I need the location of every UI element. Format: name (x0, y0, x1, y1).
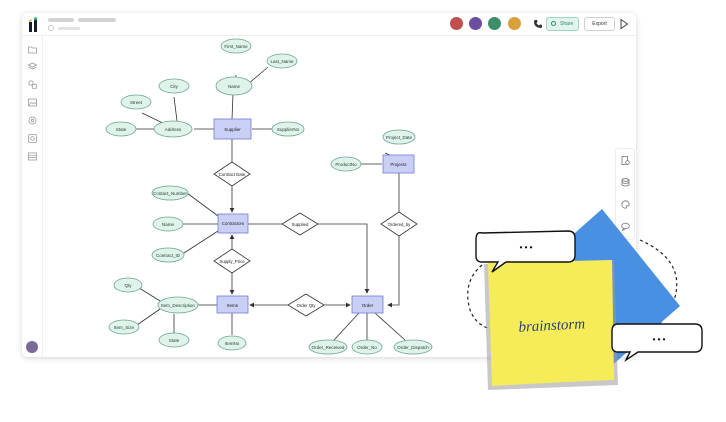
relationship-ordered-by[interactable]: Ordered_by (380, 211, 418, 237)
entity-projects[interactable]: Projects (382, 154, 415, 174)
attribute-label: Contact_Number (153, 191, 188, 196)
attribute-label: Name (228, 84, 241, 89)
attribute-last-name[interactable]: Last_Name (266, 53, 298, 69)
attribute-order-received[interactable]: Order_Received (308, 339, 348, 355)
attribute-label: Qty (124, 283, 132, 288)
attribute-street[interactable]: Street (120, 94, 152, 110)
attribute-project-date[interactable]: Project_Date (382, 129, 416, 145)
yellow-sticky-note[interactable]: brainstorm (488, 260, 614, 386)
attribute-city[interactable]: City (158, 78, 190, 94)
attribute-label: Project_Date (386, 135, 413, 140)
relationship-label: Ordered_by (388, 222, 412, 227)
entity-label: Projects (390, 162, 407, 167)
attribute-label: City (170, 84, 178, 89)
entity-contractors[interactable]: Contractors (217, 213, 249, 234)
entity-label: Contractors (222, 221, 244, 226)
relationship-label: Contract Date (219, 172, 246, 177)
attribute-label: State (116, 127, 127, 132)
relationship-label: Supplied (292, 222, 309, 227)
attribute-contact-number[interactable]: Contact_Number (151, 185, 189, 201)
attribute-label: Order_No (357, 345, 377, 350)
entity-order[interactable]: Order (351, 295, 384, 314)
entity-label: Order (362, 303, 374, 308)
attribute-label: Contract_ID (156, 253, 181, 258)
attribute-contractor-name[interactable]: Name (152, 216, 184, 232)
attribute-item-size[interactable]: Item_Size (108, 319, 140, 335)
attribute-supplier-name[interactable]: Name (215, 76, 253, 96)
attribute-qty[interactable]: Qty (113, 277, 143, 293)
attribute-label: SupplierNo (277, 127, 300, 132)
attribute-label: ProductNo (335, 162, 357, 167)
relationship-label: Order Qty (297, 303, 317, 308)
entity-label: Items (227, 303, 239, 308)
relationship-label: Supply_Price (219, 259, 245, 264)
attribute-label: Address (165, 127, 182, 132)
attribute-contract-id[interactable]: Contract_ID (151, 247, 185, 263)
entity-supplier[interactable]: Supplier (213, 118, 252, 140)
attribute-label: Street (130, 100, 143, 105)
attribute-label: Item_Size (114, 325, 135, 330)
relationship-contract-date[interactable]: Contract Date (213, 161, 251, 187)
attribute-label: Name (162, 222, 175, 227)
attribute-label: Last_Name (270, 59, 294, 64)
attribute-order-no[interactable]: Order_No (351, 339, 383, 355)
entity-nodes: Supplier Projects Contractors Items Orde… (213, 118, 415, 314)
bubble-ellipsis: • • • (653, 335, 666, 344)
attribute-supplier-no[interactable]: SupplierNo (271, 121, 305, 137)
relationship-supplied[interactable]: Supplied (281, 212, 319, 236)
bubble-ellipsis: • • • (520, 243, 533, 252)
attribute-label: Order_Dispatch (397, 345, 429, 350)
attribute-supplier-state[interactable]: State (105, 121, 137, 137)
attribute-label: ItemNo (225, 341, 240, 346)
attribute-item-description[interactable]: Item_Description (157, 296, 199, 314)
relationship-supply-price[interactable]: Supply_Price (213, 248, 251, 274)
attribute-item-no[interactable]: ItemNo (217, 335, 247, 351)
entity-items[interactable]: Items (216, 295, 249, 314)
entity-label: Supplier (224, 127, 241, 132)
attribute-first-name[interactable]: First_Name (220, 38, 252, 54)
attribute-label: Order_Received (312, 345, 345, 350)
relationship-order-qty[interactable]: Order Qty (287, 293, 325, 317)
attribute-label: First_Name (224, 44, 248, 49)
attribute-product-no[interactable]: ProductNo (330, 156, 362, 172)
attribute-label: State (169, 338, 180, 343)
attribute-item-state[interactable]: State (158, 332, 190, 348)
attribute-order-dispatch[interactable]: Order_Dispatch (393, 339, 433, 355)
attribute-address[interactable]: Address (153, 120, 193, 138)
attribute-label: Item_Description (161, 303, 195, 308)
relationship-nodes: Contract Date Supplied Ordered_by Supply… (213, 161, 418, 317)
